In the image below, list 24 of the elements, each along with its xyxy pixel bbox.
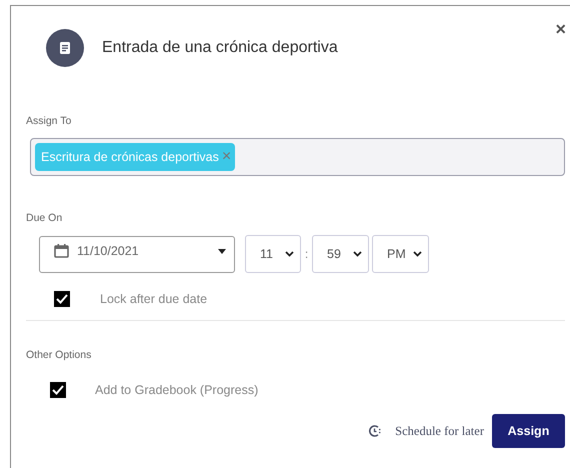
checkbox[interactable] bbox=[50, 382, 66, 398]
hour-select[interactable]: 11 bbox=[245, 235, 301, 273]
dialog-title: Entrada de una crónica deportiva bbox=[102, 39, 338, 57]
caret-icon bbox=[218, 248, 226, 254]
document-icon bbox=[46, 29, 84, 67]
chevron-icon bbox=[353, 251, 362, 257]
chevron-icon bbox=[413, 251, 422, 257]
clock-icon bbox=[369, 425, 382, 437]
checkbox-label: Add to Gradebook (Progress) bbox=[95, 383, 258, 397]
chip-label: Escritura de crónicas deportivas bbox=[41, 150, 219, 164]
checkbox-label: Lock after due date bbox=[100, 292, 208, 306]
calendar-icon bbox=[54, 244, 69, 258]
close-button[interactable]: × bbox=[555, 20, 566, 38]
minute-select[interactable]: 59 bbox=[312, 235, 369, 273]
section-label: Due On bbox=[26, 212, 64, 224]
ampm-select[interactable]: PM bbox=[372, 235, 429, 273]
date-picker[interactable]: 11/10/2021 bbox=[39, 236, 235, 272]
chevron-icon bbox=[285, 251, 294, 257]
section-label: Other Options bbox=[26, 349, 92, 361]
schedule-button[interactable]: Schedule for later bbox=[369, 424, 484, 438]
assign-button[interactable]: Assign bbox=[492, 414, 565, 448]
time-separator: : bbox=[304, 247, 310, 261]
section-label: Assign To bbox=[26, 115, 72, 127]
checkbox[interactable] bbox=[54, 291, 70, 307]
